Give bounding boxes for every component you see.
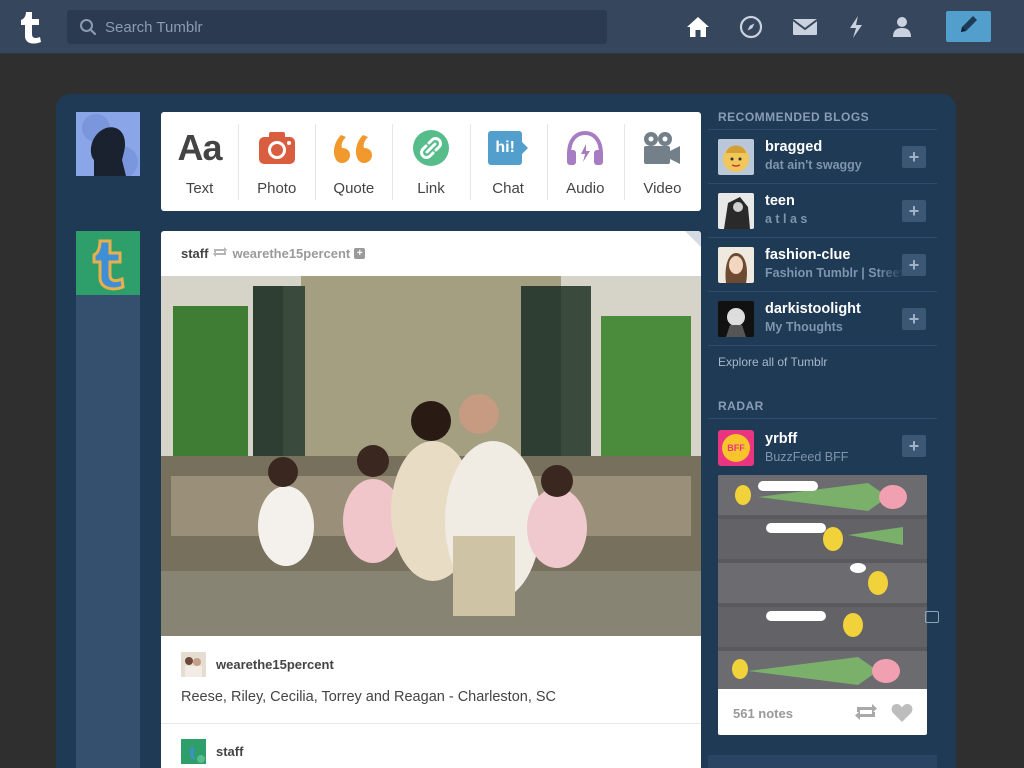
post-type-quote[interactable]: Quote [315, 112, 392, 211]
search-icon [79, 18, 97, 41]
text-icon: Aa [177, 127, 223, 168]
follow-plus-icon[interactable]: + [354, 248, 366, 259]
chat-bubble-icon: hi! [488, 128, 529, 168]
post-type-label: Text [185, 180, 214, 197]
post-type-video[interactable]: Video [623, 112, 701, 211]
blog-name: teen [765, 193, 795, 209]
text-fade [878, 292, 904, 345]
camera-icon [258, 128, 296, 168]
post-type-link[interactable]: Link [392, 112, 469, 211]
follow-button[interactable]: + [902, 435, 926, 457]
post-type-photo[interactable]: Photo [238, 112, 315, 211]
recommended-blogs-heading: RECOMMENDED BLOGS [718, 110, 870, 124]
post-type-label: Audio [566, 180, 605, 197]
radar-heading: RADAR [718, 399, 764, 413]
reblog-icon [212, 246, 228, 261]
recommended-blog-item[interactable]: fashion-clue Fashion Tumblr | Street + [708, 238, 937, 292]
post-type-label: Video [643, 180, 682, 197]
blog-avatar [718, 247, 754, 283]
text-fade [878, 184, 904, 237]
headphones-icon [565, 128, 605, 168]
video-camera-icon [642, 128, 682, 168]
dashboard-post: staff wearethe15percent + wearethe15perc… [161, 231, 701, 768]
post-type-text[interactable]: Aa Text [161, 112, 238, 211]
post-photo[interactable] [161, 276, 701, 636]
activity-lightning-icon[interactable] [842, 13, 870, 41]
pencil-icon [958, 13, 980, 40]
recommended-blog-item[interactable]: bragged dat ain't swaggy + [708, 130, 937, 184]
post-divider [161, 723, 701, 724]
post-type-label: Photo [257, 180, 297, 197]
post-corner-fold [685, 231, 701, 247]
reblog-source[interactable]: wearethe15percent [232, 246, 350, 261]
explore-link[interactable]: Explore all of Tumblr [718, 355, 827, 369]
post-author[interactable]: staff [181, 246, 208, 261]
blog-avatar [718, 193, 754, 229]
post-caption: Reese, Riley, Cecilia, Torrey and Reagan… [181, 689, 557, 705]
sidebar-divider [708, 418, 937, 419]
staff-username[interactable]: staff [216, 744, 243, 759]
compose-button[interactable] [946, 11, 991, 42]
explore-compass-icon[interactable] [737, 13, 765, 41]
tumblr-logo[interactable] [14, 8, 50, 46]
messages-envelope-icon[interactable] [791, 13, 819, 41]
post-type-bar: Aa Text Photo Quote Link hi! Chat Audio … [161, 112, 701, 211]
text-fade [878, 130, 904, 183]
post-type-chat[interactable]: hi! Chat [469, 112, 547, 211]
blog-name: bragged [765, 139, 823, 155]
account-person-icon[interactable] [888, 13, 916, 41]
text-fade [878, 421, 904, 471]
post-type-audio[interactable]: Audio [546, 112, 624, 211]
post-type-label: Link [417, 180, 445, 197]
text-fade [878, 238, 904, 291]
top-navigation-bar [0, 0, 1024, 54]
follow-button[interactable]: + [902, 200, 926, 222]
reblog-user-avatar[interactable] [181, 652, 206, 677]
post-type-label: Chat [492, 180, 524, 197]
blog-avatar [718, 301, 754, 337]
post-type-label: Quote [333, 180, 375, 197]
reblog-username[interactable]: wearethe15percent [216, 657, 334, 672]
reblog-trail-row: t staff [181, 739, 243, 764]
post-avatar-column [76, 231, 140, 768]
link-icon [412, 128, 450, 168]
blog-name: yrbff [765, 431, 798, 447]
reblog-icon[interactable] [854, 703, 878, 726]
quote-icon [333, 128, 375, 168]
radar-blog-avatar: BFF [718, 430, 754, 466]
keyboard-shortcuts-icon[interactable] [925, 611, 939, 623]
user-avatar[interactable] [76, 112, 140, 176]
follow-button[interactable]: + [902, 254, 926, 276]
radar-comic-image[interactable] [718, 475, 927, 689]
follow-button[interactable]: + [902, 146, 926, 168]
like-heart-icon[interactable] [891, 703, 913, 728]
search-box[interactable] [67, 10, 607, 44]
staff-mini-avatar[interactable]: t [181, 739, 206, 764]
notes-count[interactable]: 561 notes [733, 706, 793, 721]
staff-avatar[interactable] [76, 231, 140, 295]
blog-name: darkistoolight [765, 301, 861, 317]
home-icon[interactable] [684, 13, 712, 41]
follow-button[interactable]: + [902, 308, 926, 330]
sidebar-next-section [708, 755, 937, 768]
radar-blog-item[interactable]: BFF yrbff BuzzFeed BFF + [708, 421, 937, 471]
svg-text:t: t [189, 742, 196, 764]
radar-post-card[interactable]: 561 notes [718, 475, 927, 735]
search-input[interactable] [105, 10, 595, 44]
blog-name: fashion-clue [765, 247, 851, 263]
recommended-blog-item[interactable]: teen a t l a s + [708, 184, 937, 238]
reblog-trail-row: wearethe15percent [181, 652, 334, 677]
blog-avatar [718, 139, 754, 175]
post-header: staff wearethe15percent + [181, 246, 366, 261]
recommended-blog-item[interactable]: darkistoolight My Thoughts + [708, 292, 937, 346]
